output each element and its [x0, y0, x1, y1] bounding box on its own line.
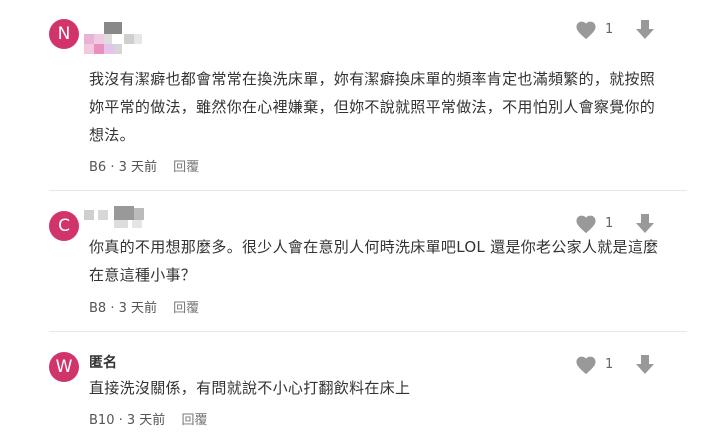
avatar[interactable]: C [49, 211, 79, 241]
floor-label: B8 [89, 301, 107, 316]
like-count: 1 [605, 216, 614, 231]
floor-label: B6 [89, 160, 107, 175]
time-label: 3 天前 [118, 301, 158, 316]
comment-b6: N 1 我沒有潔癖也都會常常在換洗床單，妳有潔癖換床單的頻率肯定也滿頻繁的，就按… [0, 0, 707, 190]
heart-icon[interactable] [575, 355, 597, 375]
separator: · [118, 413, 123, 428]
comment-text: 我沒有潔癖也都會常常在換洗床單，妳有潔癖換床單的頻率肯定也滿頻繁的，就按照妳平常… [89, 70, 656, 144]
floor-label: B10 [89, 413, 115, 428]
down-arrow-icon[interactable] [636, 20, 654, 40]
time-label: 3 天前 [118, 160, 158, 175]
reply-button[interactable]: 回覆 [173, 160, 199, 175]
author-name[interactable]: 匿名 [89, 352, 117, 372]
reply-button[interactable]: 回覆 [181, 413, 207, 428]
comment-text: 直接洗沒關係，有問就說不小心打翻飲料在床上 [89, 379, 411, 397]
down-arrow-icon[interactable] [636, 355, 654, 375]
blurred-username [84, 206, 164, 228]
heart-icon[interactable] [575, 20, 597, 40]
avatar[interactable]: W [49, 352, 79, 382]
comment-meta: B8 · 3 天前 回覆 [89, 297, 199, 316]
comment-b10: W 匿名 1 直接洗沒關係，有問就說不小心打翻飲料在床上 B10 · 3 天前 … [0, 331, 707, 439]
comment-text: 你真的不用想那麼多。很少人會在意別人何時洗床單吧LOL 還是你老公家人就是這麼在… [89, 238, 659, 284]
separator: · [110, 160, 115, 175]
heart-icon[interactable] [575, 214, 597, 234]
reply-button[interactable]: 回覆 [173, 301, 199, 316]
comment-b8: C 1 你真的不用想那麼多。很少人會在意別人何時洗床單吧LOL 還是你老公家人就… [0, 190, 707, 331]
blurred-username [84, 22, 154, 56]
time-label: 3 天前 [126, 413, 166, 428]
down-arrow-icon[interactable] [636, 214, 654, 234]
comment-meta: B6 · 3 天前 回覆 [89, 156, 199, 175]
like-count: 1 [605, 357, 614, 372]
separator: · [110, 301, 115, 316]
comment-meta: B10 · 3 天前 回覆 [89, 409, 207, 428]
like-count: 1 [605, 22, 614, 37]
avatar[interactable]: N [49, 19, 79, 49]
